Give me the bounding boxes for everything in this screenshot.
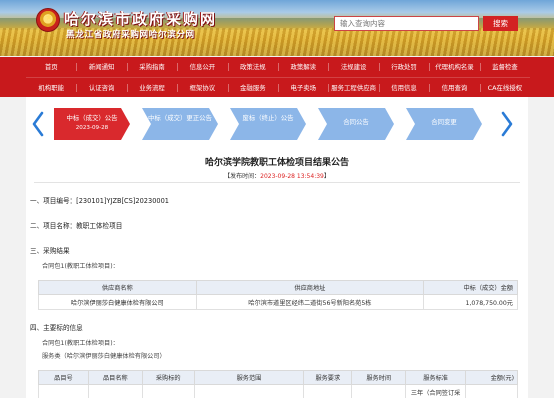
step-label: 合同公告 xyxy=(343,118,369,126)
site-banner: ★ 哈尔滨市政府采购网 黑龙江省政府采购网哈尔滨分网 搜索 xyxy=(0,0,554,56)
section-procurement-result: 三、采购结果 xyxy=(30,247,70,255)
publish-time-end: 】 xyxy=(323,173,330,180)
step-termination-notice[interactable]: 废标（终止）公告 xyxy=(230,108,306,140)
nav-item-emall[interactable]: 电子卖场 xyxy=(278,78,328,97)
table-cell xyxy=(38,384,89,398)
search-button[interactable]: 搜索 xyxy=(483,16,518,31)
nav-item-consulting[interactable]: 认证咨询 xyxy=(76,78,126,97)
table-cell xyxy=(141,384,195,398)
step-label: 废标（终止）公告 xyxy=(242,114,294,122)
national-emblem-icon: ★ xyxy=(36,8,60,32)
column-header: 供应商地址 xyxy=(195,280,425,295)
article-title: 哈尔滨学院教职工体检项目结果公告 xyxy=(204,158,349,168)
column-header: 品目号 xyxy=(38,370,89,385)
project-number-label: 一、项目编号： xyxy=(30,197,77,205)
nav-item-ca[interactable]: CA在线授权 xyxy=(479,78,530,97)
main-nav: 首页 新闻通知 采购指南 信息公开 政策法规 政策解读 法规建设 行政处罚 代理… xyxy=(0,57,554,97)
project-number-value: [230101]YJZB[CS]20230001 xyxy=(76,197,169,205)
step-label: 合同变更 xyxy=(431,118,457,126)
site-subtitle: 黑龙江省政府采购网哈尔滨分网 xyxy=(66,30,195,40)
column-header: 中标（成交）金额 xyxy=(423,280,518,295)
nav-item-inspection[interactable]: 监督检查 xyxy=(479,57,530,77)
step-award-notice[interactable]: 中标（成交）公告 2023-09-28 xyxy=(54,108,130,140)
contract-package-label: 合同包1(教职工体检项目)： xyxy=(42,263,119,270)
table-cell xyxy=(465,384,518,398)
nav-item-functions[interactable]: 机构职能 xyxy=(26,78,76,97)
publish-time: 【发布时间：2023-09-28 13:54:39】 xyxy=(26,171,528,180)
award-amount: 1,078,750.00元 xyxy=(423,294,518,310)
title-divider xyxy=(34,182,520,183)
project-name-label: 二、项目名称： xyxy=(30,222,77,230)
nav-item-policy-interpretation[interactable]: 政策解读 xyxy=(278,57,328,77)
supplier-name: 哈尔滨伊丽莎白健康体检有限公司 xyxy=(38,294,197,310)
nav-item-news[interactable]: 新闻通知 xyxy=(76,57,126,77)
table-row: 三年（合同签订采 xyxy=(38,384,518,398)
table-cell xyxy=(351,384,407,398)
nav-item-penalty[interactable]: 行政处罚 xyxy=(378,57,429,77)
step-contract-change[interactable]: 合同变更 xyxy=(406,108,482,140)
column-header: 金额(元) xyxy=(465,370,518,385)
step-correction-notice[interactable]: 中标（成交）更正公告 xyxy=(142,108,218,140)
nav-item-disclosure[interactable]: 信息公开 xyxy=(177,57,227,77)
column-header: 供应商名称 xyxy=(38,280,197,295)
table-cell xyxy=(87,384,143,398)
chevron-left-icon[interactable] xyxy=(31,111,45,137)
result-table: 供应商名称 供应商地址 中标（成交）金额 哈尔滨伊丽莎白健康体检有限公司 哈尔滨… xyxy=(38,280,518,310)
announcement-stepper: 中标（成交）公告 2023-09-28 中标（成交）更正公告 废标（终止）公告 … xyxy=(26,97,528,153)
column-header: 服务时间 xyxy=(351,370,407,385)
nav-item-framework[interactable]: 框架协议 xyxy=(177,78,227,97)
section-main-items: 四、主要标的信息 xyxy=(30,324,83,332)
announcement-article: 哈尔滨学院教职工体检项目结果公告 【发布时间：2023-09-28 13:54:… xyxy=(26,153,528,398)
project-name: 二、项目名称：教职工体检项目 xyxy=(30,220,122,230)
table-cell xyxy=(193,384,305,398)
search-input[interactable] xyxy=(334,16,479,31)
nav-item-process[interactable]: 业务流程 xyxy=(126,78,177,97)
table-cell xyxy=(303,384,353,398)
step-label: 中标（成交）公告 xyxy=(66,114,118,122)
step-label: 中标（成交）更正公告 xyxy=(148,114,212,122)
nav-row-2: 机构职能 认证咨询 业务流程 框架协议 金融服务 电子卖场 服务工程供应商 信用… xyxy=(26,77,530,97)
contract-package-label-2: 合同包1(教职工体检项目)： xyxy=(42,340,119,347)
publish-time-value: 2023-09-28 13:54:39 xyxy=(260,173,324,180)
step-date: 2023-09-28 xyxy=(75,125,109,131)
nav-item-agency-list[interactable]: 代理机构名录 xyxy=(429,57,479,77)
emblem-star: ★ xyxy=(44,13,54,23)
column-header: 服务标准 xyxy=(405,370,467,385)
site-title[interactable]: 哈尔滨市政府采购网 xyxy=(64,8,217,29)
service-class-label: 服务类（哈尔滨伊丽莎白健康体检有限公司） xyxy=(42,353,166,360)
step-contract-notice[interactable]: 合同公告 xyxy=(318,108,394,140)
nav-item-finance[interactable]: 金融服务 xyxy=(227,78,278,97)
project-number: 一、项目编号：[230101]YJZB[CS]20230001 xyxy=(30,195,169,205)
nav-item-home[interactable]: 首页 xyxy=(26,57,76,77)
table-cell: 三年（合同签订采 xyxy=(405,384,467,398)
column-header: 采购标的 xyxy=(141,370,195,385)
chevron-right-icon[interactable] xyxy=(500,111,514,137)
nav-item-regulation[interactable]: 法规建设 xyxy=(328,57,378,77)
column-header: 服务要求 xyxy=(303,370,353,385)
nav-row-1: 首页 新闻通知 采购指南 信息公开 政策法规 政策解读 法规建设 行政处罚 代理… xyxy=(26,57,530,77)
supplier-address: 哈尔滨市道里区经纬二道街56号新阳名苑5栋 xyxy=(195,294,425,310)
nav-item-suppliers[interactable]: 服务工程供应商 xyxy=(328,78,378,97)
nav-item-credit-query[interactable]: 信用查询 xyxy=(429,78,479,97)
nav-item-policy[interactable]: 政策法规 xyxy=(227,57,278,77)
nav-item-guide[interactable]: 采购指南 xyxy=(126,57,177,77)
table-header-row: 品目号 品目名称 采购标的 服务范围 服务要求 服务时间 服务标准 金额(元) xyxy=(38,370,518,385)
publish-time-label: 【发布时间： xyxy=(224,173,261,180)
table-header-row: 供应商名称 供应商地址 中标（成交）金额 xyxy=(38,280,518,295)
items-table: 品目号 品目名称 采购标的 服务范围 服务要求 服务时间 服务标准 金额(元) … xyxy=(38,370,518,398)
column-header: 服务范围 xyxy=(193,370,305,385)
table-row: 哈尔滨伊丽莎白健康体检有限公司 哈尔滨市道里区经纬二道街56号新阳名苑5栋 1,… xyxy=(38,294,518,310)
column-header: 品目名称 xyxy=(87,370,143,385)
nav-item-credit-info[interactable]: 信用信息 xyxy=(378,78,429,97)
project-name-value: 教职工体检项目 xyxy=(76,222,123,230)
